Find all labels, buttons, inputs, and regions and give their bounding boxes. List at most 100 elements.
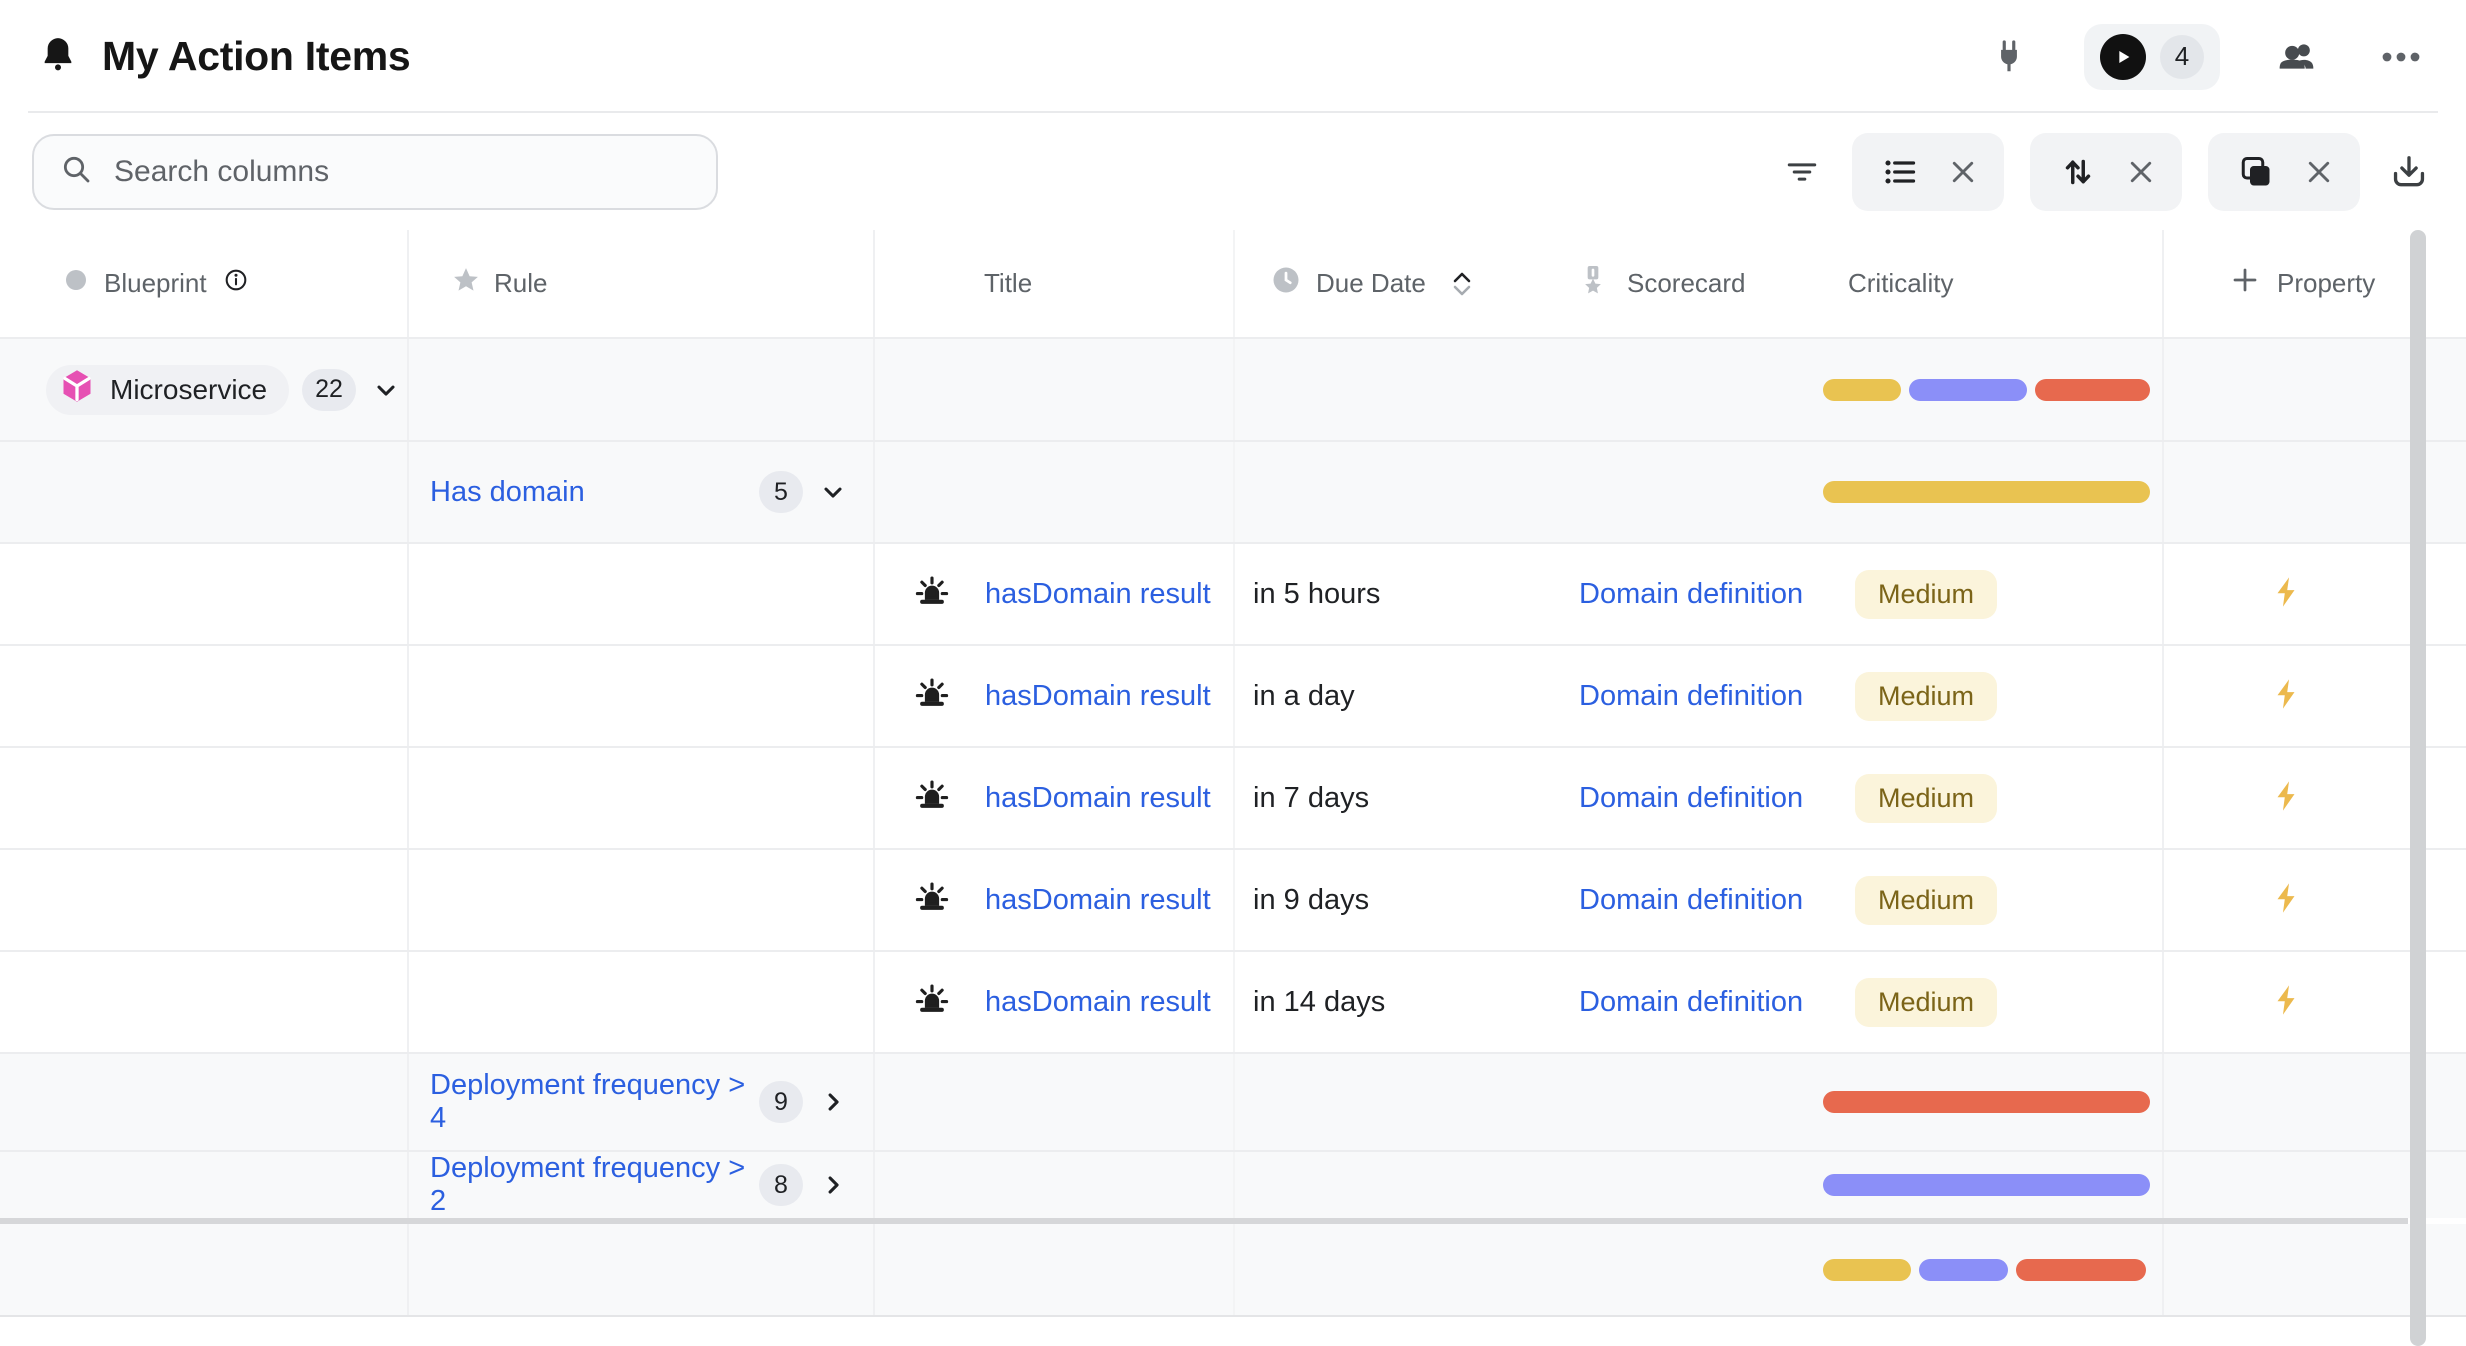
more-options-button[interactable] [2376, 46, 2426, 68]
criticality-distribution-bar [1823, 379, 2150, 401]
scorecard-link[interactable]: Domain definition [1579, 884, 1803, 917]
clear-group-icon[interactable] [2304, 157, 2334, 187]
item-title-link[interactable]: hasDomain result [985, 884, 1211, 917]
column-header-due-date[interactable]: Due Date [1235, 230, 1545, 337]
due-date-value: in a day [1253, 680, 1355, 713]
search-columns-box[interactable] [32, 134, 718, 210]
column-label: Rule [494, 268, 547, 299]
blueprint-circle-icon [64, 268, 88, 299]
due-date-value: in 14 days [1253, 986, 1385, 1019]
scorecard-link[interactable]: Domain definition [1579, 578, 1803, 611]
rule-group-link[interactable]: Deployment frequency > 2 [430, 1152, 759, 1218]
table-row: Deployment frequency > 4 9 [0, 1052, 2466, 1150]
add-property-button[interactable]: Property [2164, 230, 2408, 337]
column-header-rule[interactable]: Rule [409, 230, 875, 337]
chevron-down-icon[interactable] [372, 376, 400, 404]
page-title: My Action Items [102, 33, 410, 80]
criticality-badge: Medium [1855, 570, 1997, 619]
chevron-right-icon[interactable] [819, 1171, 847, 1199]
item-title-link[interactable]: hasDomain result [985, 680, 1211, 713]
column-label: Due Date [1316, 268, 1426, 299]
chevron-right-icon[interactable] [819, 1088, 847, 1116]
microservice-cube-icon [59, 368, 95, 411]
item-title-link[interactable]: hasDomain result [985, 986, 1211, 1019]
runs-count-badge: 4 [2160, 35, 2204, 79]
clock-icon [1271, 265, 1301, 302]
top-bar: My Action Items 4 [0, 0, 2466, 113]
lightning-icon[interactable] [2271, 677, 2301, 716]
lightning-icon[interactable] [2271, 779, 2301, 818]
sort-arrows-icon[interactable] [2056, 150, 2100, 194]
criticality-badge: Medium [1855, 876, 1997, 925]
alarm-icon [913, 981, 951, 1024]
column-label: Blueprint [104, 268, 207, 299]
lightning-icon[interactable] [2271, 881, 2301, 920]
column-label: Scorecard [1627, 268, 1746, 299]
alarm-icon [913, 777, 951, 820]
info-icon[interactable] [223, 267, 249, 300]
table-row: hasDomain result in 7 days Domain defini… [0, 746, 2466, 848]
criticality-badge: Medium [1855, 978, 1997, 1027]
scorecard-link[interactable]: Domain definition [1579, 680, 1803, 713]
bell-icon [38, 34, 78, 79]
list-view-icon[interactable] [1878, 150, 1922, 194]
alarm-icon [913, 879, 951, 922]
due-date-value: in 5 hours [1253, 578, 1380, 611]
group-columns-pill [2208, 133, 2360, 211]
criticality-distribution-bar [1823, 1174, 2150, 1196]
group-by-pill [1852, 133, 2004, 211]
alarm-icon [913, 573, 951, 616]
scorecard-link[interactable]: Domain definition [1579, 782, 1803, 815]
table-row: hasDomain result in 9 days Domain defini… [0, 848, 2466, 950]
lightning-icon[interactable] [2271, 983, 2301, 1022]
blueprint-chip-microservice[interactable]: Microservice [46, 365, 289, 415]
column-header-scorecard[interactable]: Scorecard [1545, 230, 1820, 337]
vertical-scrollbar[interactable] [2410, 230, 2426, 1346]
column-header-title[interactable]: Title [875, 230, 1235, 337]
app-window: My Action Items 4 [0, 0, 2466, 1346]
medal-icon [1579, 264, 1607, 303]
due-date-value: in 9 days [1253, 884, 1369, 917]
table-row: hasDomain result in 14 days Domain defin… [0, 950, 2466, 1052]
column-header-criticality[interactable]: Criticality [1820, 230, 2164, 337]
criticality-distribution-bar [1823, 1091, 2150, 1113]
column-label: Title [984, 268, 1032, 299]
scorecard-link[interactable]: Domain definition [1579, 986, 1803, 1019]
alarm-icon [913, 675, 951, 718]
clear-sort-icon[interactable] [2126, 157, 2156, 187]
due-date-value: in 7 days [1253, 782, 1369, 815]
group-count-badge: 9 [759, 1081, 803, 1123]
criticality-distribution-bar [1823, 481, 2150, 503]
integrations-plug-button[interactable] [1986, 34, 2032, 80]
column-header-blueprint[interactable]: Blueprint [0, 230, 409, 337]
chevron-down-icon[interactable] [819, 478, 847, 506]
search-columns-input[interactable] [114, 155, 690, 189]
runs-button[interactable]: 4 [2084, 24, 2220, 90]
table-row: hasDomain result in a day Domain definit… [0, 644, 2466, 746]
rule-group-link[interactable]: Deployment frequency > 4 [430, 1069, 759, 1135]
download-button[interactable] [2386, 149, 2432, 195]
clear-list-icon[interactable] [1948, 157, 1978, 187]
table-row: Microservice 22 [0, 337, 2466, 440]
criticality-distribution-bar [1823, 1259, 2150, 1281]
criticality-badge: Medium [1855, 774, 1997, 823]
rule-group-link[interactable]: Has domain [430, 476, 585, 509]
table-row: Deployment frequency > 2 8 [0, 1150, 2466, 1218]
item-title-link[interactable]: hasDomain result [985, 578, 1211, 611]
group-copy-icon[interactable] [2234, 150, 2278, 194]
sort-pill [2030, 133, 2182, 211]
lightning-icon[interactable] [2271, 575, 2301, 614]
sort-indicator[interactable] [1453, 272, 1471, 296]
star-icon [451, 265, 481, 302]
users-button[interactable] [2272, 33, 2324, 81]
blueprint-label: Microservice [110, 374, 267, 406]
table-row: Has domain 5 [0, 440, 2466, 542]
table-row [0, 1224, 2466, 1317]
group-count-badge: 8 [759, 1164, 803, 1206]
item-title-link[interactable]: hasDomain result [985, 782, 1211, 815]
plus-icon [2230, 265, 2260, 302]
column-label: Criticality [1848, 268, 1953, 299]
play-icon [2100, 34, 2146, 80]
table-header-row: Blueprint Rule Title Due Date Scorec [0, 230, 2466, 337]
filter-button[interactable] [1778, 151, 1826, 193]
